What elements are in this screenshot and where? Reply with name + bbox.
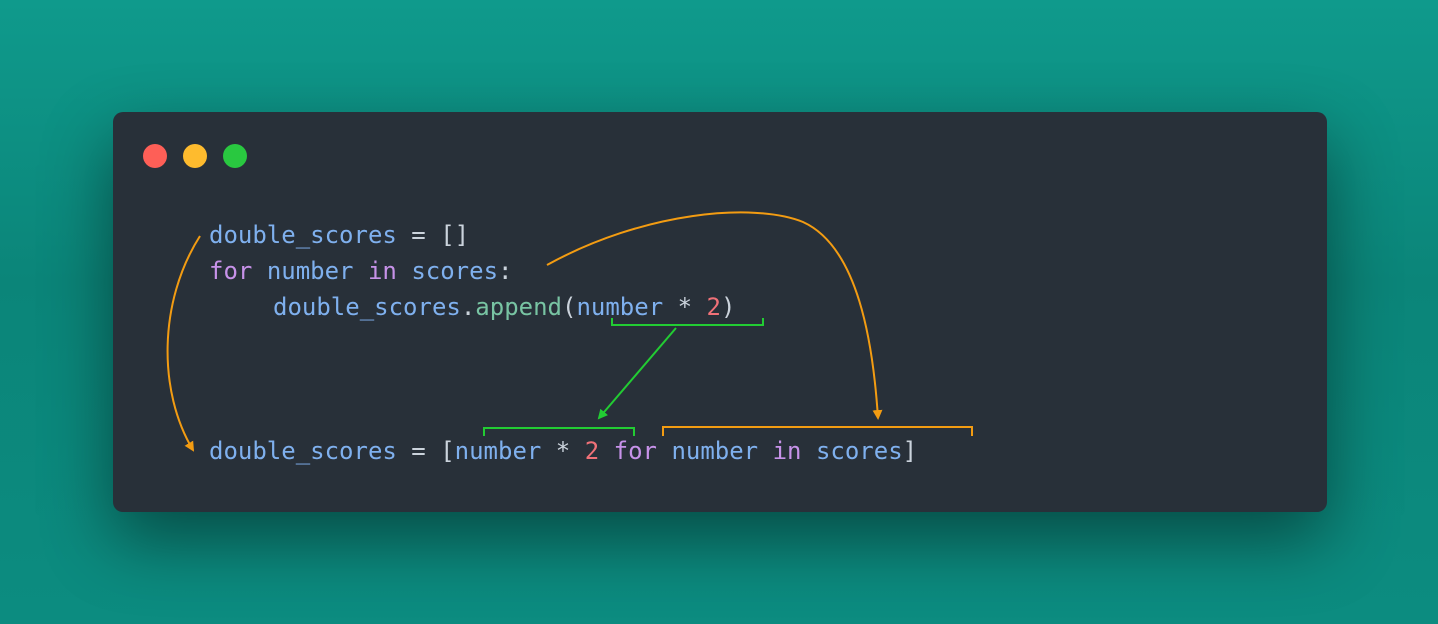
green-arrow — [597, 327, 677, 420]
orange-top-arrow — [546, 211, 883, 420]
code-window: double_scores = [] for number in scores:… — [113, 112, 1327, 512]
green-bracket-top — [611, 318, 764, 326]
orange-left-arrow — [166, 235, 201, 452]
annotation-overlay — [166, 211, 973, 452]
orange-bracket-bottom — [662, 426, 973, 436]
green-bracket-bottom — [483, 427, 635, 436]
